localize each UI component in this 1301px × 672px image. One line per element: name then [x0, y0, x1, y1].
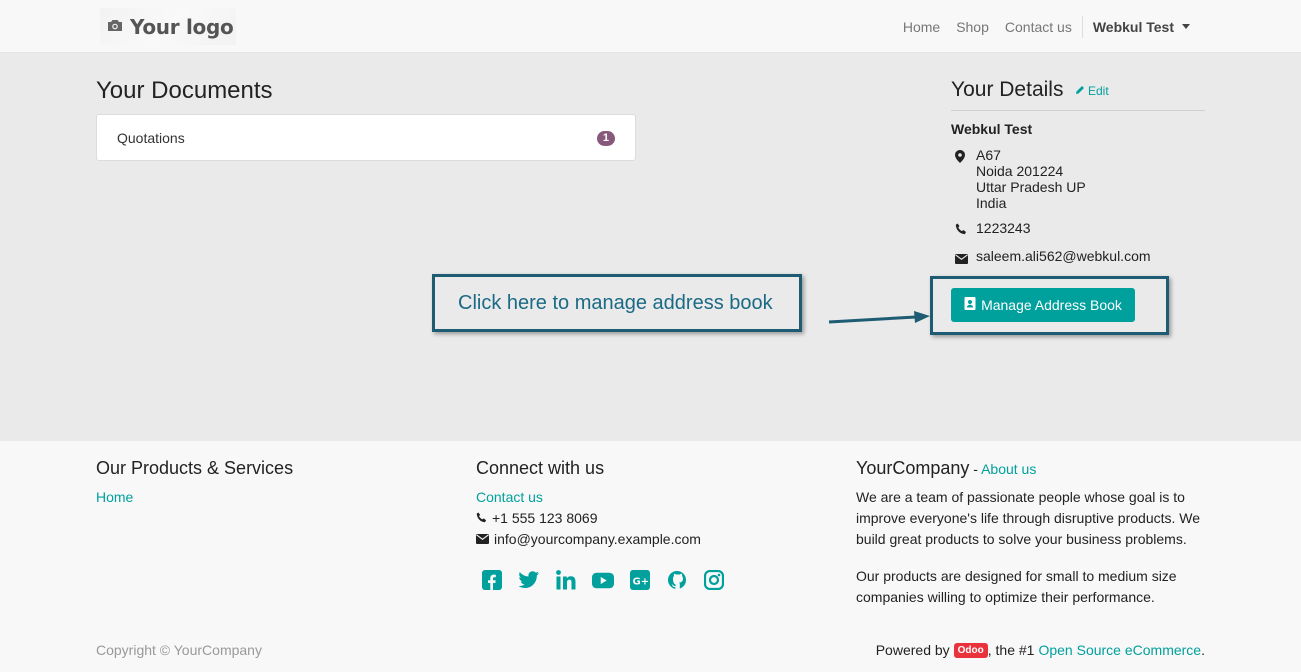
- facebook-icon[interactable]: [481, 569, 503, 591]
- documents-title: Your Documents: [96, 77, 273, 104]
- powered-mid: , the #1: [987, 642, 1035, 658]
- nav-divider: [1081, 15, 1083, 38]
- copyright: Copyright © YourCompany: [96, 642, 262, 658]
- powered-by: Powered by Odoo , the #1 Open Source eCo…: [876, 642, 1205, 658]
- nav-home[interactable]: Home: [895, 19, 948, 35]
- youtube-icon[interactable]: [592, 569, 614, 591]
- logo[interactable]: Your logo: [100, 8, 236, 45]
- envelope-icon: [476, 531, 489, 547]
- nav-shop[interactable]: Shop: [948, 19, 997, 35]
- pencil-icon: [1075, 84, 1085, 98]
- footer-email: info@yourcompany.example.com: [476, 531, 701, 547]
- annotation-text: Click here to manage address book: [458, 291, 773, 314]
- address-block: A67 Noida 201224 Uttar Pradesh UP India: [976, 147, 1086, 211]
- address-book-icon: [964, 297, 976, 313]
- powered-end: .: [1201, 642, 1205, 658]
- edit-details-link[interactable]: Edit: [1075, 84, 1109, 98]
- address-line-2: Noida 201224: [976, 163, 1064, 179]
- company-heading: YourCompany - About us: [856, 458, 1036, 479]
- powered-prefix: Powered by: [875, 642, 950, 658]
- about-us-link[interactable]: About us: [981, 461, 1036, 477]
- about-paragraph-2: Our products are designed for small to m…: [856, 568, 1177, 605]
- odoo-logo[interactable]: Odoo: [953, 642, 988, 658]
- products-title: Our Products & Services: [96, 458, 294, 478]
- details-divider: [951, 110, 1205, 111]
- logo-text: Your logo: [130, 14, 234, 39]
- nav-contact[interactable]: Contact us: [997, 19, 1080, 35]
- user-name: Webkul Test: [1092, 18, 1174, 35]
- address-line-4: India: [976, 195, 1007, 211]
- phone-icon: [955, 222, 967, 236]
- connect-title: Connect with us: [476, 458, 605, 478]
- annotation-arrow-icon: [828, 311, 930, 324]
- caret-down-icon: [1182, 24, 1190, 29]
- address-line-1: A67: [976, 147, 1001, 163]
- phone-icon: [476, 510, 487, 526]
- customer-email: saleem.ali562@webkul.com: [976, 248, 1151, 264]
- quotations-link[interactable]: Quotations: [117, 130, 185, 146]
- camera-icon: [106, 17, 124, 36]
- company-separator: -: [969, 461, 982, 477]
- twitter-icon[interactable]: [518, 569, 540, 591]
- manage-address-book-button[interactable]: Manage Address Book: [951, 288, 1135, 322]
- company-name: YourCompany: [856, 458, 970, 478]
- address-line-3: Uttar Pradesh UP: [976, 179, 1086, 195]
- linkedin-icon[interactable]: [555, 569, 577, 591]
- open-source-ecommerce-link[interactable]: Open Source eCommerce: [1038, 642, 1201, 658]
- github-icon[interactable]: [666, 569, 688, 591]
- annotation-callout: Click here to manage address book: [432, 274, 802, 332]
- manage-button-label: Manage Address Book: [981, 297, 1122, 313]
- nav-links: Home Shop Contact us Webkul Test: [895, 0, 1198, 53]
- footer-phone-text: +1 555 123 8069: [492, 510, 598, 526]
- map-marker-icon: [955, 150, 967, 164]
- main-content: Your Documents Quotations 1 Your Details…: [0, 53, 1301, 441]
- svg-text:G+: G+: [633, 577, 650, 588]
- about-paragraph-1: We are a team of passionate people whose…: [856, 489, 1201, 547]
- google-plus-icon[interactable]: G+: [629, 569, 651, 591]
- details-title: Your Details: [951, 78, 1064, 101]
- navbar: Your logo Home Shop Contact us Webkul Te…: [0, 0, 1301, 53]
- footer-phone: +1 555 123 8069: [476, 510, 598, 526]
- footer-home-link[interactable]: Home: [96, 489, 133, 505]
- envelope-icon: [955, 251, 968, 265]
- customer-phone: 1223243: [976, 220, 1031, 236]
- instagram-icon[interactable]: [703, 569, 725, 591]
- footer: Our Products & Services Home Connect wit…: [0, 441, 1301, 672]
- footer-email-text: info@yourcompany.example.com: [494, 531, 701, 547]
- documents-list: Quotations 1: [96, 114, 636, 161]
- user-menu[interactable]: Webkul Test: [1085, 19, 1198, 35]
- footer-contact-link[interactable]: Contact us: [476, 489, 543, 505]
- quotations-count-badge: 1: [596, 131, 615, 146]
- edit-label: Edit: [1088, 84, 1109, 98]
- social-links: G+: [481, 569, 725, 591]
- customer-name: Webkul Test: [951, 121, 1033, 137]
